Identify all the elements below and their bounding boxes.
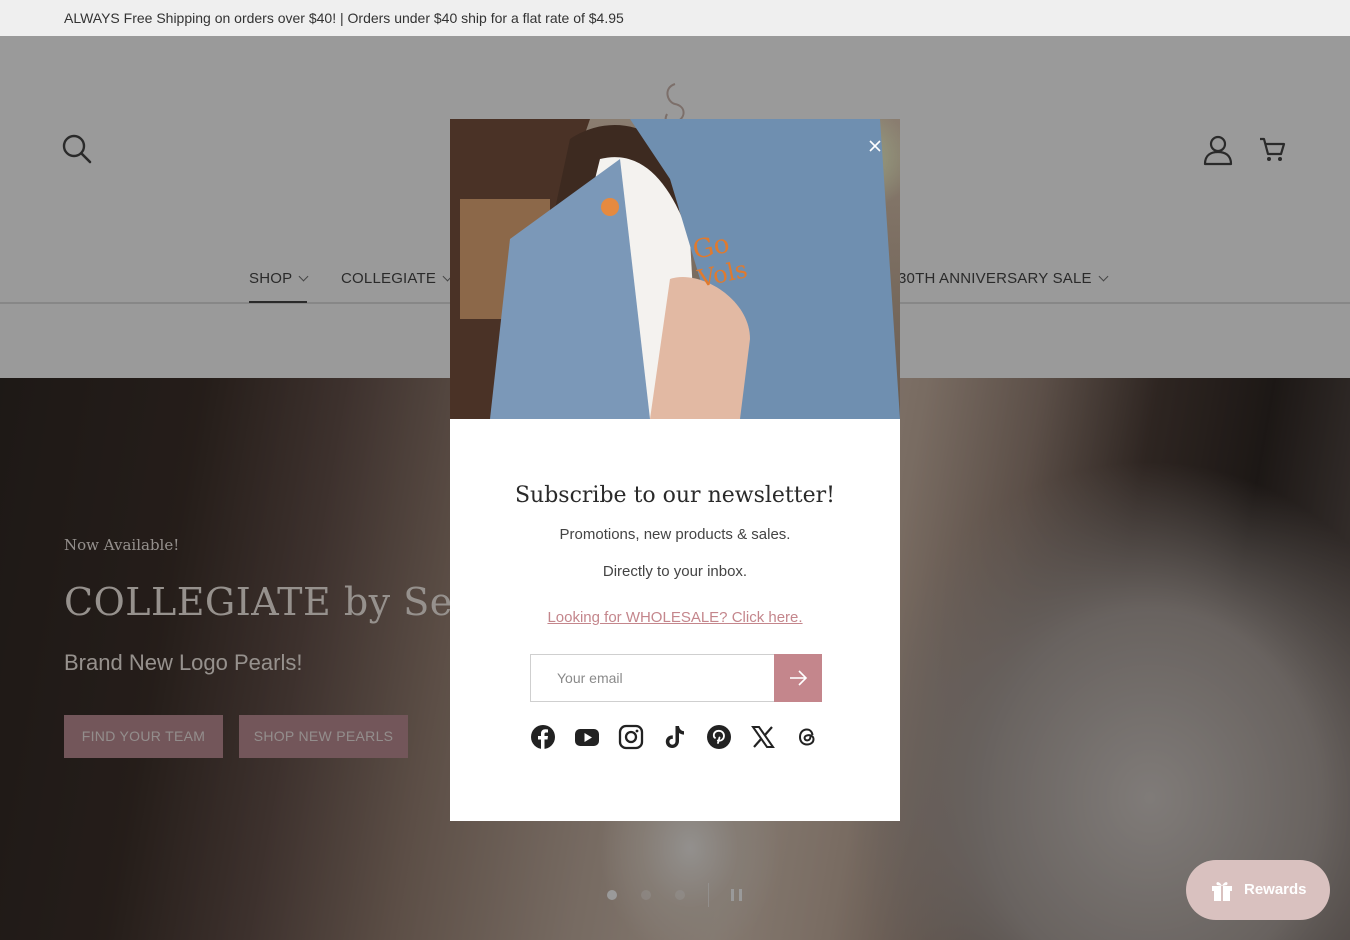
newsletter-modal: Go Vols Subscribe to our newsletter! Pro… <box>450 119 900 821</box>
email-input[interactable] <box>531 655 774 701</box>
rewards-button[interactable]: Rewards <box>1186 860 1330 920</box>
newsletter-line-1: Promotions, new products & sales. <box>559 526 791 543</box>
announcement-bar: ALWAYS Free Shipping on orders over $40!… <box>0 0 1350 36</box>
pinterest-icon[interactable] <box>706 724 732 750</box>
x-icon[interactable] <box>750 724 776 750</box>
newsletter-line-2: Directly to your inbox. <box>602 563 748 580</box>
instagram-icon[interactable] <box>618 724 644 750</box>
rewards-label: Rewards <box>1244 881 1307 898</box>
gift-icon <box>1210 878 1234 902</box>
social-links <box>530 724 830 754</box>
tiktok-icon[interactable] <box>662 724 688 750</box>
newsletter-title: Subscribe to our newsletter! <box>514 483 835 508</box>
email-form <box>530 654 822 702</box>
facebook-icon[interactable] <box>530 724 556 750</box>
close-icon[interactable] <box>866 137 884 155</box>
wholesale-link[interactable]: Looking for WHOLESALE? Click here. <box>450 609 900 626</box>
threads-icon[interactable] <box>794 724 820 750</box>
newsletter-image: Go Vols <box>450 119 900 419</box>
arrow-right-icon[interactable] <box>774 654 822 702</box>
youtube-icon[interactable] <box>574 724 600 750</box>
